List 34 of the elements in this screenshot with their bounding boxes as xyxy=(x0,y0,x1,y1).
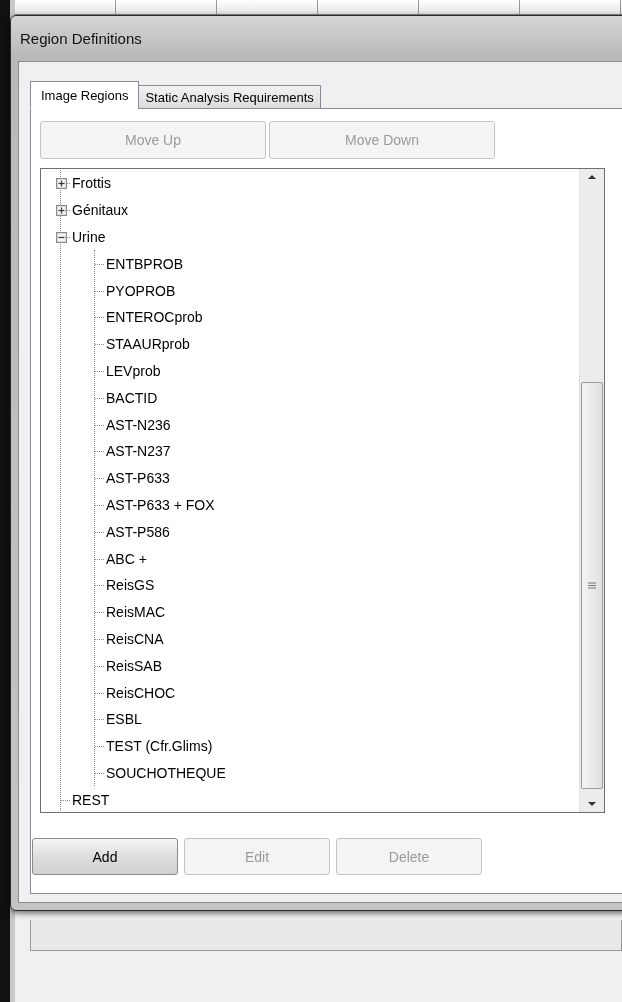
expand-icon[interactable] xyxy=(56,205,67,217)
tab[interactable]: Static Analysis Requirements xyxy=(138,85,321,109)
tree-item[interactable]: ReisMAC xyxy=(106,604,166,621)
tree-item[interactable]: AST-P586 xyxy=(106,523,170,540)
tab[interactable]: Image Regions xyxy=(30,81,140,109)
tree-item[interactable]: AST-N236 xyxy=(106,416,171,433)
tree-item[interactable]: Urine xyxy=(72,229,106,245)
tree-item[interactable]: ESBL xyxy=(106,711,142,728)
window-title: Region Definitions xyxy=(19,30,142,47)
collapse-icon[interactable] xyxy=(56,232,67,243)
tree-item[interactable]: AST-P633 xyxy=(106,470,170,487)
tree-item[interactable]: PYOPROB xyxy=(106,282,176,299)
tree-item[interactable]: ReisGS xyxy=(106,577,155,594)
tree-item[interactable]: ReisCNA xyxy=(106,630,164,647)
tree-item[interactable]: ENTEROCprob xyxy=(106,309,203,326)
tree-item[interactable]: ABC + xyxy=(106,550,147,567)
tree-item[interactable]: ENTBPROB xyxy=(106,255,183,272)
tree-item[interactable]: LEVprob xyxy=(106,362,161,379)
tree-item[interactable]: Génitaux xyxy=(72,202,129,219)
tree-item[interactable]: STAAURprob xyxy=(106,336,190,353)
tree-item[interactable]: AST-N237 xyxy=(106,443,171,460)
tree-item[interactable]: Frottis xyxy=(72,175,111,192)
tree-item[interactable]: SOUCHOTHEQUE xyxy=(106,764,226,781)
tree-item[interactable]: TEST (Cfr.Glims) xyxy=(106,738,213,755)
tree-item[interactable]: ReisCHOC xyxy=(106,684,176,701)
scrollbar[interactable] xyxy=(579,169,604,812)
tree-item[interactable]: AST-P633 + FOX xyxy=(106,496,215,513)
expand-icon[interactable] xyxy=(56,178,67,190)
scrollbar-thumb[interactable] xyxy=(581,382,603,789)
action-button[interactable]: Add xyxy=(32,838,178,875)
tree-item[interactable]: REST xyxy=(72,791,110,808)
tree-item[interactable]: ReisSAB xyxy=(106,657,163,674)
grip-icon xyxy=(588,582,596,589)
tree-item[interactable]: BACTID xyxy=(106,389,158,406)
